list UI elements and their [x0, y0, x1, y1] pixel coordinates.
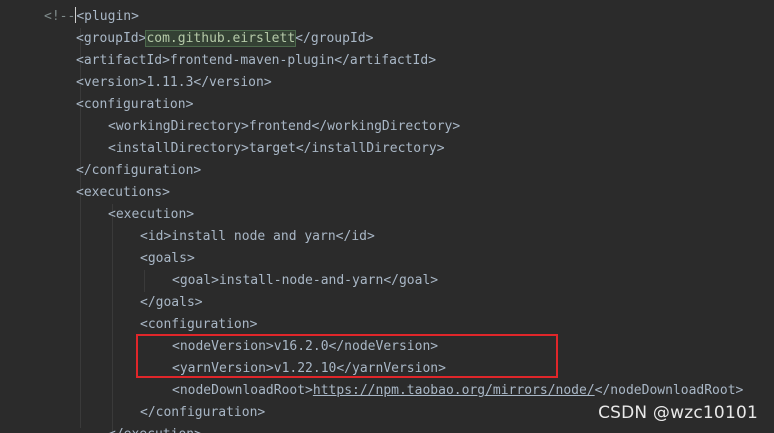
code-text: <yarnVersion>v1.22.10</yarnVersion> — [172, 361, 446, 376]
code-line[interactable]: </configuration> — [76, 160, 201, 182]
code-text: <nodeDownloadRoot> — [172, 383, 313, 398]
code-text: </goals> — [140, 295, 203, 310]
code-text: <goals> — [140, 251, 195, 266]
code-line[interactable]: </configuration> — [140, 402, 265, 424]
code-text: <goal>install-node-and-yarn</goal> — [172, 273, 439, 288]
code-line[interactable]: <version>1.11.3</version> — [76, 72, 272, 94]
code-line[interactable]: <configuration> — [140, 314, 257, 336]
code-text: <artifactId>frontend-maven-plugin</artif… — [76, 53, 437, 68]
code-text: <configuration> — [76, 97, 194, 112]
code-text: </configuration> — [76, 163, 202, 178]
code-line[interactable]: </execution> — [108, 424, 202, 433]
watermark-text: CSDN @wzc10101 — [598, 403, 758, 423]
code-line[interactable]: <goal>install-node-and-yarn</goal> — [172, 270, 438, 292]
code-text: <plugin> — [76, 9, 139, 24]
code-text: <groupId> — [76, 31, 147, 46]
code-line[interactable]: <workingDirectory>frontend</workingDirec… — [108, 116, 460, 138]
highlighted-value: com.github.eirslett — [145, 30, 297, 47]
code-text: <id>install node and yarn</id> — [140, 229, 375, 244]
comment-marker: <!-- — [44, 9, 76, 24]
code-line[interactable]: <groupId>com.github.eirslett</groupId> — [76, 28, 373, 50]
code-text: <configuration> — [140, 317, 258, 332]
code-line[interactable]: <yarnVersion>v1.22.10</yarnVersion> — [172, 358, 446, 380]
code-text: <execution> — [108, 207, 195, 222]
code-text: <executions> — [76, 185, 170, 200]
indent-guide — [112, 204, 113, 433]
code-line[interactable]: <artifactId>frontend-maven-plugin</artif… — [76, 50, 436, 72]
code-text-suffix: </groupId> — [295, 31, 374, 46]
code-text: <installDirectory>target</installDirecto… — [108, 141, 445, 156]
code-text: <workingDirectory>frontend</workingDirec… — [108, 119, 461, 134]
code-line[interactable]: </goals> — [140, 292, 203, 314]
url-link[interactable]: https://npm.taobao.org/mirrors/node/ — [313, 383, 595, 398]
code-line[interactable]: <nodeVersion>v16.2.0</nodeVersion> — [172, 336, 438, 358]
code-text-suffix: </nodeDownloadRoot> — [594, 383, 744, 398]
indent-guide — [144, 270, 145, 292]
code-line[interactable]: <!--<plugin> — [44, 6, 139, 28]
code-text: </execution> — [108, 427, 202, 433]
code-line[interactable]: <id>install node and yarn</id> — [140, 226, 375, 248]
code-text: <nodeVersion>v16.2.0</nodeVersion> — [172, 339, 439, 354]
code-text: </configuration> — [140, 405, 266, 420]
code-line[interactable]: <nodeDownloadRoot>https://npm.taobao.org… — [172, 380, 743, 402]
code-editor[interactable]: <!--<plugin> <groupId>com.github.eirslett… — [0, 0, 774, 433]
code-line[interactable]: <goals> — [140, 248, 195, 270]
code-line[interactable]: <configuration> — [76, 94, 193, 116]
code-line[interactable]: <installDirectory>target</installDirecto… — [108, 138, 445, 160]
code-line[interactable]: <execution> — [108, 204, 194, 226]
code-text: <version>1.11.3</version> — [76, 75, 272, 90]
code-line[interactable]: <executions> — [76, 182, 170, 204]
